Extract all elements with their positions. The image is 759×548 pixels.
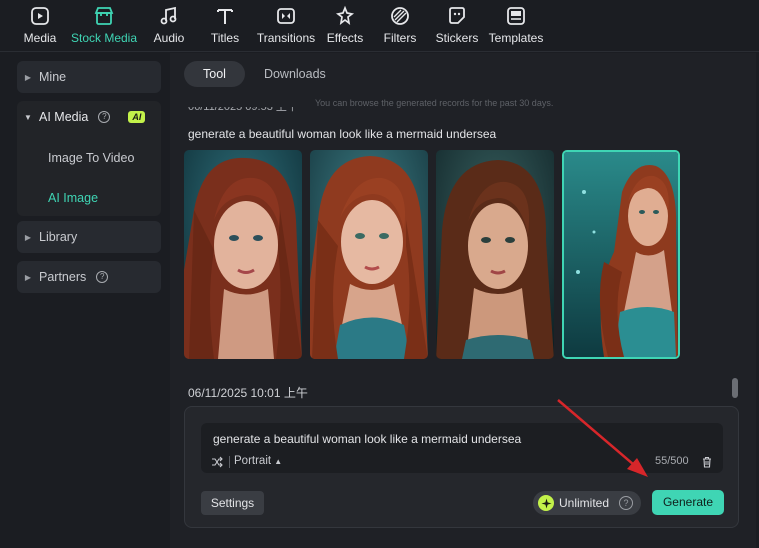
ai-badge: AI <box>128 111 146 123</box>
aspect-ratio-select[interactable]: Portrait ▲ <box>234 455 282 467</box>
divider <box>229 456 230 468</box>
effects-icon <box>334 5 356 27</box>
settings-button[interactable]: Settings <box>201 491 264 515</box>
templates-icon <box>505 5 527 27</box>
generate-button[interactable]: Generate <box>652 490 724 515</box>
help-icon[interactable]: ? <box>96 271 109 283</box>
tab-tool[interactable]: Tool <box>184 61 245 87</box>
caret-right-icon: ▶ <box>24 72 32 82</box>
generated-image-3[interactable] <box>436 150 554 359</box>
prompt-input-value: generate a beautiful woman look like a m… <box>213 432 522 446</box>
record-prompt: generate a beautiful woman look like a m… <box>188 127 497 141</box>
record-date: 06/11/2025 10:01 上午 <box>188 386 308 400</box>
record-date-previous: 06/11/2025 09:53 上午 <box>188 107 298 113</box>
caret-down-icon: ▼ <box>24 112 32 122</box>
toolbar-titles[interactable]: Titles <box>208 0 242 52</box>
toolbar-stickers[interactable]: Stickers <box>435 0 479 52</box>
tabs: Tool Downloads <box>184 61 345 87</box>
media-icon <box>29 5 51 27</box>
sidebar-group-ai-media: ▼ AI Media ? AI Image To Video AI Image <box>17 101 161 216</box>
caret-right-icon: ▶ <box>24 232 32 242</box>
sidebar-item-mine[interactable]: ▶ Mine <box>17 61 161 93</box>
toolbar-transitions[interactable]: Transitions <box>255 0 317 52</box>
tab-downloads[interactable]: Downloads <box>245 61 345 87</box>
character-counter: 55/500 <box>655 455 689 467</box>
top-toolbar: Media Stock Media Audio Titles Transitio… <box>0 0 759 52</box>
prompt-input[interactable]: generate a beautiful woman look like a m… <box>201 423 723 473</box>
stock-media-icon <box>93 5 115 27</box>
history-notice: You can browse the generated records for… <box>315 98 554 108</box>
toolbar-stock-media[interactable]: Stock Media <box>70 0 138 52</box>
generated-image-2[interactable] <box>310 150 428 359</box>
help-icon[interactable]: ? <box>98 111 111 123</box>
toolbar-audio[interactable]: Audio <box>151 0 187 52</box>
toolbar-filters[interactable]: Filters <box>383 0 417 52</box>
sidebar-item-ai-image[interactable]: AI Image <box>48 191 98 205</box>
toolbar-templates[interactable]: Templates <box>489 0 543 52</box>
shuffle-icon[interactable] <box>211 456 223 468</box>
transitions-icon <box>275 5 297 27</box>
titles-icon <box>214 5 236 27</box>
help-icon[interactable]: ? <box>619 496 634 510</box>
toolbar-media[interactable]: Media <box>19 0 61 52</box>
sidebar-item-image-to-video[interactable]: Image To Video <box>48 151 134 165</box>
generated-image-1[interactable] <box>184 150 302 359</box>
unlimited-credits-badge[interactable]: Unlimited ? <box>533 491 641 515</box>
filters-icon <box>389 5 411 27</box>
stickers-icon <box>446 5 468 27</box>
sidebar-item-ai-media[interactable]: ▼ AI Media ? AI <box>17 101 161 133</box>
sparkle-icon <box>538 495 554 511</box>
audio-icon <box>158 5 180 27</box>
sidebar-item-partners[interactable]: ▶ Partners ? <box>17 261 161 293</box>
sidebar-item-library[interactable]: ▶ Library <box>17 221 161 253</box>
scrollbar-thumb[interactable] <box>732 378 738 398</box>
caret-up-icon: ▲ <box>274 457 283 466</box>
trash-icon[interactable] <box>701 456 713 468</box>
main-panel: Tool Downloads You can browse the genera… <box>170 53 756 548</box>
generated-image-4-selected[interactable] <box>562 150 680 359</box>
toolbar-effects[interactable]: Effects <box>325 0 365 52</box>
sidebar: ▶ Mine ▼ AI Media ? AI Image To Video AI… <box>8 53 168 548</box>
prompt-composer: generate a beautiful woman look like a m… <box>184 406 739 528</box>
aspect-ratio-value: Portrait <box>234 455 272 467</box>
caret-right-icon: ▶ <box>24 272 32 282</box>
